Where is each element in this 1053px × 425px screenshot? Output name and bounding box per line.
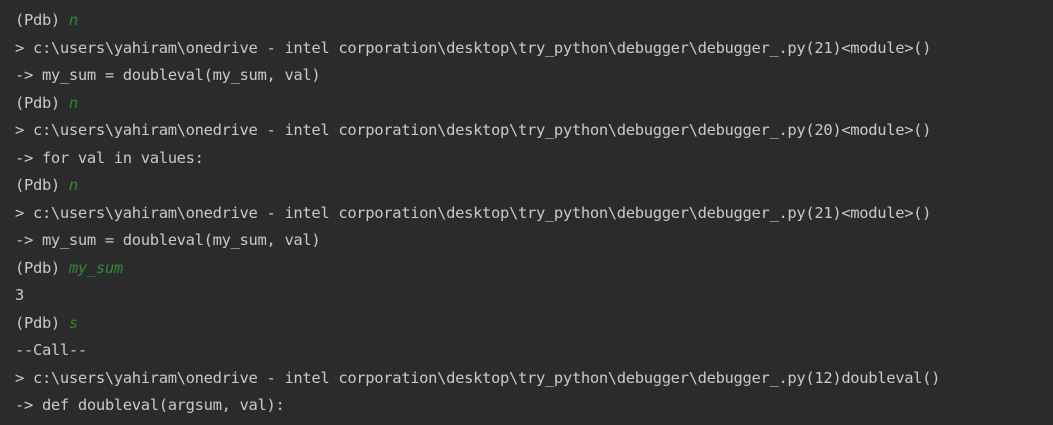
pdb-command: s xyxy=(68,313,78,332)
console-source-line: -> def doubleval(argsum, val): xyxy=(15,396,285,414)
console-location-line: > c:\users\yahiram\onedrive - intel corp… xyxy=(15,38,932,57)
console-prompt-line: (Pdb) n xyxy=(15,7,1053,35)
pdb-command: n xyxy=(68,93,78,112)
console-prompt-line: (Pdb) my_sum xyxy=(15,255,1053,283)
pdb-command: n xyxy=(68,11,78,29)
pdb-prompt: (Pdb) xyxy=(15,93,69,112)
console-source-line: -> my_sum = doubleval(my_sum, val) xyxy=(15,231,321,249)
pdb-command: n xyxy=(68,176,78,194)
console-prompt-line: (Pdb) s xyxy=(15,310,1053,338)
console-call-marker: --Call-- xyxy=(15,341,87,359)
pdb-prompt: (Pdb) xyxy=(15,176,69,194)
console-location-line: > c:\users\yahiram\onedrive - intel corp… xyxy=(15,203,932,222)
pdb-command: my_sum xyxy=(68,258,123,277)
console-location-line: > c:\users\yahiram\onedrive - intel corp… xyxy=(15,121,932,139)
pdb-prompt: (Pdb) xyxy=(15,313,69,332)
pdb-prompt: (Pdb) xyxy=(15,258,69,277)
console-prompt-line: (Pdb) n xyxy=(15,172,1053,200)
console-source-line: -> my_sum = doubleval(my_sum, val) xyxy=(15,66,321,84)
pdb-prompt: (Pdb) xyxy=(15,11,69,29)
debugger-console[interactable]: (Pdb) n > c:\users\yahiram\onedrive - in… xyxy=(15,7,1053,420)
console-source-line: -> for val in values: xyxy=(15,148,204,167)
console-value-output: 3 xyxy=(15,286,24,304)
console-location-line: > c:\users\yahiram\onedrive - intel corp… xyxy=(15,368,941,387)
console-prompt-line: (Pdb) n xyxy=(15,90,1053,118)
